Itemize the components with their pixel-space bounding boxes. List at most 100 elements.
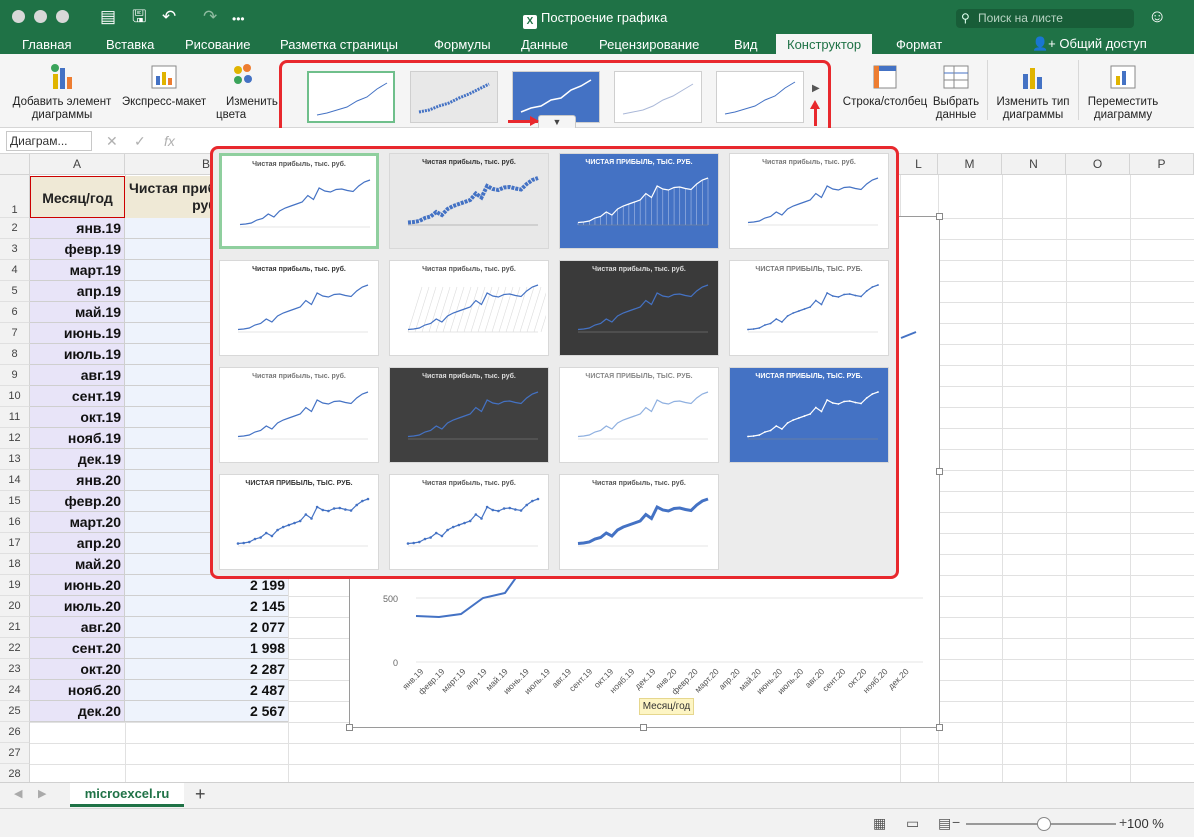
- row-header[interactable]: 17: [0, 533, 30, 554]
- row-header[interactable]: 6: [0, 302, 30, 323]
- page-layout-view-icon[interactable]: ▭: [906, 815, 919, 832]
- month-cell[interactable]: нояб.20: [30, 680, 125, 701]
- row-header[interactable]: 5: [0, 281, 30, 302]
- row-header[interactable]: 23: [0, 659, 30, 680]
- tab-data[interactable]: Данные: [521, 36, 568, 53]
- chart-style-thumb[interactable]: [307, 71, 395, 123]
- redo-icon[interactable]: ↷: [203, 8, 217, 26]
- select-data-button[interactable]: Выбрать данные: [930, 62, 982, 122]
- profit-cell[interactable]: 2 487: [125, 680, 288, 701]
- next-sheet-icon[interactable]: ▶: [38, 787, 46, 800]
- add-sheet-icon[interactable]: +: [195, 784, 206, 805]
- chart-style-option[interactable]: ЧИСТАЯ ПРИБЫЛЬ, ТЫС. РУБ.: [559, 367, 719, 463]
- profit-cell[interactable]: 2 145: [125, 596, 288, 617]
- more-icon[interactable]: •••: [232, 10, 245, 28]
- header-cell-a1[interactable]: Месяц/год: [30, 176, 125, 218]
- month-cell[interactable]: февр.20: [30, 491, 125, 512]
- profit-cell[interactable]: 2 077: [125, 617, 288, 638]
- previous-sheet-icon[interactable]: ◀: [14, 787, 22, 800]
- month-cell[interactable]: сент.19: [30, 386, 125, 407]
- feedback-icon[interactable]: ☺: [1148, 6, 1166, 27]
- sidebar-icon[interactable]: ▤: [100, 8, 116, 26]
- change-colors-button[interactable]: Изменить цвета: [216, 62, 278, 122]
- row-header[interactable]: 9: [0, 365, 30, 386]
- chart-style-option[interactable]: ЧИСТАЯ ПРИБЫЛЬ, ТЫС. РУБ.: [559, 153, 719, 249]
- quick-layout-button[interactable]: Экспресс-макет: [118, 62, 210, 109]
- row-header[interactable]: 28: [0, 764, 30, 782]
- column-header-n[interactable]: N: [1002, 154, 1066, 175]
- month-cell[interactable]: апр.19: [30, 281, 125, 302]
- undo-icon[interactable]: ↶: [162, 8, 176, 26]
- row-header[interactable]: 1: [0, 175, 30, 218]
- share-button[interactable]: 👤+ Общий доступ: [1032, 36, 1147, 52]
- chart-style-thumb[interactable]: [614, 71, 702, 123]
- row-header[interactable]: 11: [0, 407, 30, 428]
- minimize-window-button[interactable]: [34, 10, 47, 23]
- month-cell[interactable]: июнь.19: [30, 323, 125, 344]
- month-cell[interactable]: янв.19: [30, 218, 125, 239]
- tab-formulas[interactable]: Формулы: [434, 36, 491, 53]
- chart-style-option[interactable]: Чистая прибыль, тыс. руб.: [559, 260, 719, 356]
- name-box[interactable]: Диаграм...: [6, 131, 92, 151]
- chart-style-option[interactable]: Чистая прибыль, тыс. руб.: [389, 260, 549, 356]
- row-header[interactable]: 19: [0, 575, 30, 596]
- save-icon[interactable]: 🖫: [132, 8, 146, 26]
- month-cell[interactable]: дек.19: [30, 449, 125, 470]
- resize-handle[interactable]: [936, 213, 943, 220]
- select-all-corner[interactable]: [0, 154, 30, 175]
- function-icon[interactable]: fx: [164, 133, 175, 149]
- row-header[interactable]: 18: [0, 554, 30, 575]
- row-header[interactable]: 2: [0, 218, 30, 239]
- month-cell[interactable]: июль.20: [30, 596, 125, 617]
- row-header[interactable]: 7: [0, 323, 30, 344]
- move-chart-button[interactable]: Переместить диаграмму: [1082, 62, 1164, 122]
- row-header[interactable]: 12: [0, 428, 30, 449]
- row-header[interactable]: 10: [0, 386, 30, 407]
- cancel-icon[interactable]: ✕: [106, 133, 118, 150]
- tab-view[interactable]: Вид: [734, 36, 758, 53]
- row-header[interactable]: 13: [0, 449, 30, 470]
- chart-style-option[interactable]: Чистая прибыль, тыс. руб.: [389, 474, 549, 570]
- row-header[interactable]: 27: [0, 743, 30, 764]
- chart-style-option[interactable]: ЧИСТАЯ ПРИБЫЛЬ, ТЫС. РУБ.: [219, 474, 379, 570]
- search-input[interactable]: ⚲ Поиск на листе: [956, 9, 1134, 28]
- resize-handle[interactable]: [936, 468, 943, 475]
- change-chart-type-button[interactable]: Изменить тип диаграммы: [992, 62, 1074, 122]
- month-cell[interactable]: авг.20: [30, 617, 125, 638]
- tab-draw[interactable]: Рисование: [185, 36, 250, 53]
- month-cell[interactable]: май.19: [30, 302, 125, 323]
- chart-style-option[interactable]: Чистая прибыль, тыс. руб.: [559, 474, 719, 570]
- profit-cell[interactable]: 2 567: [125, 701, 288, 722]
- confirm-icon[interactable]: ✓: [134, 133, 146, 150]
- resize-handle[interactable]: [936, 724, 943, 731]
- month-cell[interactable]: окт.19: [30, 407, 125, 428]
- tab-review[interactable]: Рецензирование: [599, 36, 699, 53]
- row-header[interactable]: 15: [0, 491, 30, 512]
- chart-style-option[interactable]: Чистая прибыль, тыс. руб.: [389, 153, 549, 249]
- month-cell[interactable]: март.19: [30, 260, 125, 281]
- zoom-slider-knob[interactable]: [1037, 817, 1051, 831]
- tab-page-layout[interactable]: Разметка страницы: [280, 36, 398, 53]
- row-header[interactable]: 20: [0, 596, 30, 617]
- row-header[interactable]: 24: [0, 680, 30, 701]
- normal-view-icon[interactable]: ▦: [873, 815, 886, 832]
- zoom-window-button[interactable]: [56, 10, 69, 23]
- tab-home[interactable]: Главная: [22, 36, 71, 53]
- zoom-out-icon[interactable]: −: [952, 814, 960, 830]
- chart-style-option[interactable]: Чистая прибыль, тыс. руб.: [219, 260, 379, 356]
- row-header[interactable]: 4: [0, 260, 30, 281]
- row-header[interactable]: 14: [0, 470, 30, 491]
- page-break-view-icon[interactable]: ▤: [938, 815, 951, 832]
- month-cell[interactable]: май.20: [30, 554, 125, 575]
- chart-style-option[interactable]: Чистая прибыль, тыс. руб.: [219, 153, 379, 249]
- chart-style-option[interactable]: Чистая прибыль, тыс. руб.: [219, 367, 379, 463]
- month-cell[interactable]: февр.19: [30, 239, 125, 260]
- month-cell[interactable]: сент.20: [30, 638, 125, 659]
- month-cell[interactable]: янв.20: [30, 470, 125, 491]
- row-header[interactable]: 25: [0, 701, 30, 722]
- row-header[interactable]: 8: [0, 344, 30, 365]
- month-cell[interactable]: апр.20: [30, 533, 125, 554]
- chart-style-option[interactable]: Чистая прибыль, тыс. руб.: [389, 367, 549, 463]
- profit-cell[interactable]: 1 998: [125, 638, 288, 659]
- month-cell[interactable]: март.20: [30, 512, 125, 533]
